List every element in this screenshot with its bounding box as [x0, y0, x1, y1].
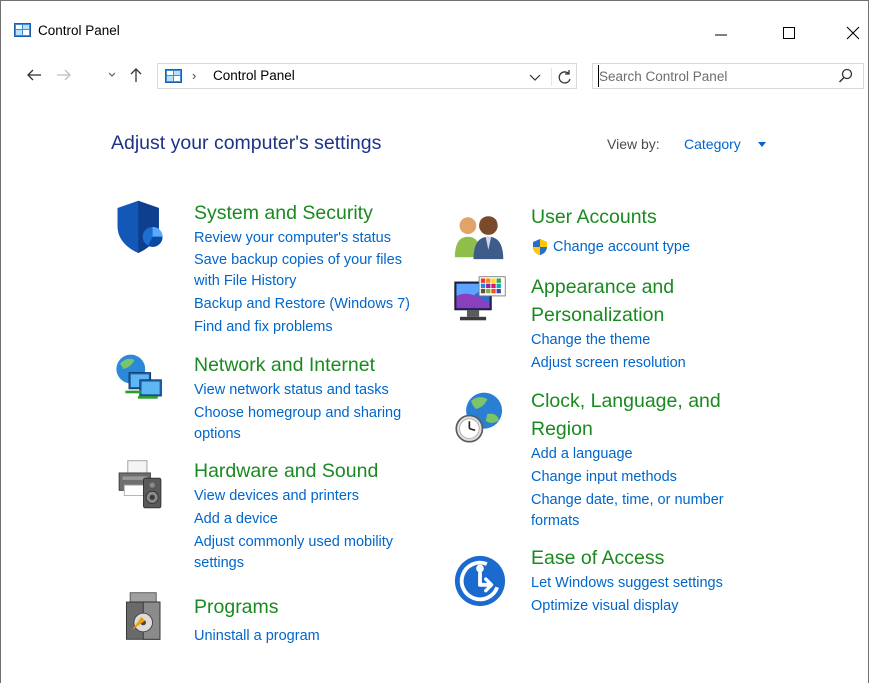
clock-globe-icon[interactable] — [453, 391, 507, 445]
uac-shield-icon — [533, 239, 547, 255]
close-icon — [846, 26, 860, 40]
link-change-account-type[interactable]: Change account type — [553, 237, 690, 257]
link-mobility-settings-cont[interactable]: settings — [194, 553, 244, 573]
category-clock-title-line2[interactable]: Region — [531, 416, 593, 442]
chevron-down-icon — [108, 72, 116, 77]
category-user-accounts[interactable]: User Accounts — [531, 204, 657, 230]
monitor-icon[interactable] — [453, 275, 507, 329]
category-programs[interactable]: Programs — [194, 594, 279, 620]
back-button[interactable] — [23, 64, 45, 86]
category-hardware-sound[interactable]: Hardware and Sound — [194, 458, 378, 484]
arrow-right-icon — [57, 69, 71, 81]
window-title: Control Panel — [38, 23, 120, 38]
link-add-device[interactable]: Add a device — [194, 509, 278, 529]
link-homegroup-cont[interactable]: options — [194, 424, 241, 444]
address-bar[interactable]: › Control Panel — [157, 63, 577, 89]
programs-icon[interactable] — [119, 589, 173, 643]
control-panel-icon — [165, 69, 182, 83]
link-save-backup[interactable]: Save backup copies of your files — [194, 250, 402, 270]
search-icon[interactable] — [838, 68, 854, 84]
link-change-theme[interactable]: Change the theme — [531, 330, 650, 350]
link-uninstall-program[interactable]: Uninstall a program — [194, 626, 320, 646]
view-by-label: View by: — [607, 136, 660, 152]
search-input[interactable] — [598, 65, 829, 87]
ease-of-access-icon[interactable] — [453, 554, 507, 608]
recent-locations-button[interactable] — [101, 64, 123, 86]
forward-button[interactable] — [53, 64, 75, 86]
chevron-down-icon[interactable] — [527, 69, 543, 85]
category-ease-of-access[interactable]: Ease of Access — [531, 545, 664, 571]
category-system-security[interactable]: System and Security — [194, 200, 373, 226]
control-panel-window: Control Panel › Control Panel Search Con… — [0, 0, 869, 683]
link-save-backup-cont[interactable]: with File History — [194, 271, 296, 291]
link-homegroup[interactable]: Choose homegroup and sharing — [194, 403, 401, 423]
title-bar: Control Panel — [1, 1, 868, 47]
link-input-methods[interactable]: Change input methods — [531, 467, 677, 487]
users-icon[interactable] — [453, 207, 507, 261]
arrow-up-icon — [130, 68, 142, 82]
up-button[interactable] — [125, 64, 147, 86]
search-box[interactable] — [592, 63, 864, 89]
printer-icon[interactable] — [113, 459, 167, 513]
category-appearance-title-line2[interactable]: Personalization — [531, 302, 664, 328]
link-backup-restore[interactable]: Backup and Restore (Windows 7) — [194, 294, 410, 314]
page-title: Adjust your computer's settings — [111, 132, 382, 154]
link-windows-suggest[interactable]: Let Windows suggest settings — [531, 573, 723, 593]
control-panel-icon — [14, 23, 31, 37]
category-appearance-title-line1[interactable]: Appearance and — [531, 274, 674, 300]
maximize-button[interactable] — [766, 9, 812, 57]
link-date-time-format[interactable]: Change date, time, or number — [531, 490, 724, 510]
link-date-time-format-cont[interactable]: formats — [531, 511, 579, 531]
category-clock-title-line1[interactable]: Clock, Language, and — [531, 388, 721, 414]
link-optimize-display[interactable]: Optimize visual display — [531, 596, 678, 616]
link-screen-resolution[interactable]: Adjust screen resolution — [531, 353, 686, 373]
category-network-internet[interactable]: Network and Internet — [194, 352, 375, 378]
link-add-language[interactable]: Add a language — [531, 444, 633, 464]
link-review-status[interactable]: Review your computer's status — [194, 228, 391, 248]
minimize-icon — [715, 34, 727, 36]
caret-down-icon[interactable] — [758, 142, 766, 147]
link-find-fix[interactable]: Find and fix problems — [194, 317, 333, 337]
view-by-dropdown[interactable]: Category — [684, 136, 741, 152]
network-icon[interactable] — [111, 351, 165, 405]
maximize-icon — [783, 27, 795, 39]
breadcrumb-separator[interactable]: › — [192, 68, 196, 83]
link-mobility-settings[interactable]: Adjust commonly used mobility — [194, 532, 393, 552]
minimize-button[interactable] — [698, 9, 744, 57]
shield-icon[interactable] — [113, 199, 167, 253]
link-network-status[interactable]: View network status and tasks — [194, 380, 389, 400]
arrow-left-icon — [27, 69, 41, 81]
refresh-icon[interactable] — [551, 68, 574, 86]
link-devices-printers[interactable]: View devices and printers — [194, 486, 359, 506]
close-button[interactable] — [830, 9, 870, 57]
breadcrumb[interactable]: Control Panel — [213, 68, 295, 83]
